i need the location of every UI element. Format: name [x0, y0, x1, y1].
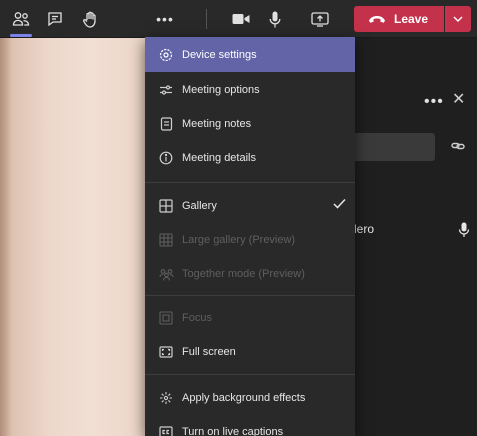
menu-item-label: Together mode (Preview) [182, 268, 305, 280]
menu-item-device-settings[interactable]: Device settings [145, 37, 355, 72]
menu-item-meeting-options[interactable]: Meeting options [145, 73, 355, 107]
chevron-down-icon [453, 16, 463, 22]
menu-item-background-effects[interactable]: Apply background effects [145, 381, 355, 415]
teams-meeting-window: ••• ✕ lero ••• Leave Device settings Mee… [0, 0, 477, 436]
microphone-icon[interactable] [262, 6, 288, 32]
people-icon[interactable] [8, 6, 34, 32]
meeting-toolbar: ••• Leave [0, 0, 477, 38]
leave-button[interactable]: Leave [354, 6, 444, 32]
menu-divider [145, 182, 355, 183]
video-feed [0, 38, 150, 436]
menu-item-label: Focus [182, 312, 212, 324]
menu-item-label: Meeting options [182, 84, 260, 96]
participant-mic-icon [458, 222, 470, 243]
menu-item-label: Apply background effects [182, 392, 306, 404]
info-icon [158, 150, 174, 166]
menu-item-live-captions[interactable]: Turn on live captions [145, 415, 355, 436]
phone-hangup-icon [369, 16, 385, 23]
toolbar-divider [206, 9, 207, 29]
close-icon[interactable]: ✕ [452, 92, 465, 108]
fullscreen-icon [158, 344, 174, 360]
link-icon[interactable] [451, 139, 465, 158]
active-tab-indicator [10, 34, 32, 37]
more-options-menu: Device settings Meeting options Meeting … [145, 37, 355, 436]
panel-more-icon[interactable]: ••• [424, 94, 444, 110]
more-options-icon[interactable]: ••• [152, 6, 178, 32]
participant-name: lero [354, 222, 375, 236]
camera-icon[interactable] [228, 6, 254, 32]
sliders-icon [158, 82, 174, 98]
menu-item-label: Device settings [182, 48, 257, 61]
menu-item-together-mode[interactable]: Together mode (Preview) [145, 257, 355, 291]
large-gallery-icon [158, 232, 174, 248]
menu-item-label: Meeting details [182, 152, 256, 164]
gallery-icon [158, 198, 174, 214]
menu-item-label: Gallery [182, 200, 217, 212]
menu-item-label: Full screen [182, 346, 236, 358]
together-mode-icon [158, 266, 174, 282]
leave-options-button[interactable] [445, 6, 471, 32]
gear-icon [158, 47, 174, 63]
menu-divider [145, 295, 355, 296]
focus-icon [158, 310, 174, 326]
background-effects-icon [158, 390, 174, 406]
menu-item-gallery[interactable]: Gallery [145, 189, 355, 223]
raise-hand-icon[interactable] [77, 6, 103, 32]
captions-icon [158, 424, 174, 436]
menu-item-large-gallery[interactable]: Large gallery (Preview) [145, 223, 355, 257]
menu-item-label: Turn on live captions [182, 426, 284, 436]
checkmark-icon [333, 198, 346, 212]
menu-item-label: Large gallery (Preview) [182, 234, 296, 246]
menu-item-meeting-notes[interactable]: Meeting notes [145, 107, 355, 141]
menu-item-focus[interactable]: Focus [145, 301, 355, 335]
menu-item-meeting-details[interactable]: Meeting details [145, 141, 355, 175]
leave-label: Leave [394, 12, 429, 26]
notes-icon [158, 116, 174, 132]
menu-item-full-screen[interactable]: Full screen [145, 335, 355, 369]
menu-item-label: Meeting notes [182, 118, 252, 130]
menu-divider [145, 374, 355, 375]
chat-icon[interactable] [42, 6, 68, 32]
share-screen-icon[interactable] [307, 6, 333, 32]
video-shadow [0, 38, 12, 436]
